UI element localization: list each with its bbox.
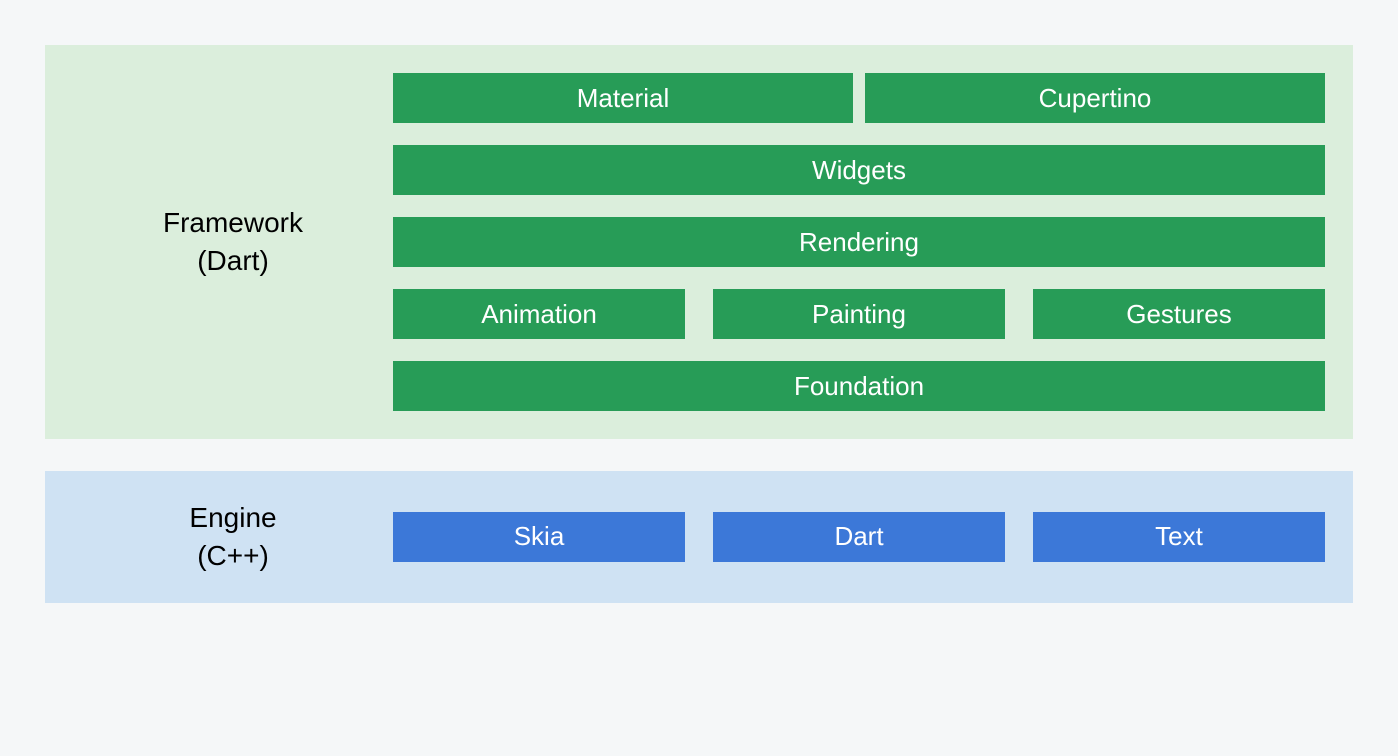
- framework-row-4: Foundation: [393, 361, 1325, 411]
- framework-title-line1: Framework: [73, 204, 393, 242]
- engine-title-line1: Engine: [73, 499, 393, 537]
- box-rendering: Rendering: [393, 217, 1325, 267]
- framework-content: Material Cupertino Widgets Rendering Ani…: [393, 73, 1325, 411]
- framework-row-1: Widgets: [393, 145, 1325, 195]
- box-painting: Painting: [713, 289, 1005, 339]
- box-dart: Dart: [713, 512, 1005, 562]
- box-material: Material: [393, 73, 853, 123]
- framework-title-line2: (Dart): [73, 242, 393, 280]
- box-text: Text: [1033, 512, 1325, 562]
- box-widgets: Widgets: [393, 145, 1325, 195]
- box-foundation: Foundation: [393, 361, 1325, 411]
- framework-row-0: Material Cupertino: [393, 73, 1325, 123]
- box-skia: Skia: [393, 512, 685, 562]
- engine-label: Engine (C++): [73, 499, 393, 575]
- framework-row-2: Rendering: [393, 217, 1325, 267]
- engine-row-0: Skia Dart Text: [393, 512, 1325, 562]
- box-cupertino: Cupertino: [865, 73, 1325, 123]
- box-gestures: Gestures: [1033, 289, 1325, 339]
- framework-label: Framework (Dart): [73, 204, 393, 280]
- engine-section: Engine (C++) Skia Dart Text: [45, 471, 1353, 603]
- framework-row-3: Animation Painting Gestures: [393, 289, 1325, 339]
- engine-title-line2: (C++): [73, 537, 393, 575]
- framework-section: Framework (Dart) Material Cupertino Widg…: [45, 45, 1353, 439]
- engine-content: Skia Dart Text: [393, 512, 1325, 562]
- box-animation: Animation: [393, 289, 685, 339]
